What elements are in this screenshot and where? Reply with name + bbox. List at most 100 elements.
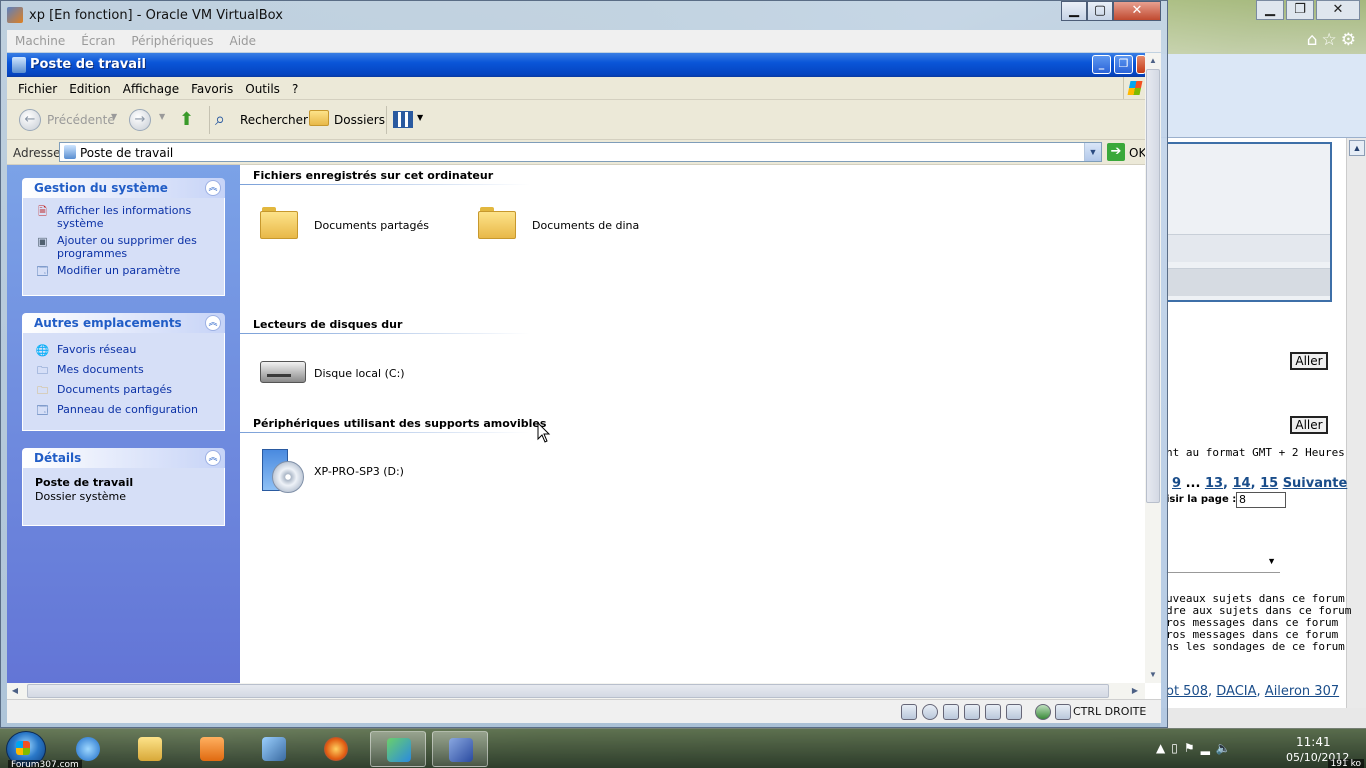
scroll-up-arrow-icon[interactable]: ▲ [1145,53,1161,69]
minimize-button[interactable]: ▁ [1256,0,1284,20]
menu-file[interactable]: Fichier [7,77,63,96]
page-link[interactable]: 9 [1172,476,1181,491]
chevron-up-icon[interactable]: ▲ [1156,741,1171,755]
taskbar-app[interactable] [246,731,302,767]
go-arrow-icon[interactable]: ➔ [1107,143,1125,161]
restore-button[interactable]: ❐ [1114,55,1133,74]
clock-time[interactable]: 11:41 [1296,735,1331,749]
item-user-documents[interactable]: Documents de dina [478,203,668,251]
collapse-chevron-icon[interactable]: ︽ [205,450,221,466]
action-center-flag-icon[interactable]: ⚑ [1184,741,1201,755]
explorer-menubar: Fichier Edition Affichage Favoris Outils? [7,77,1145,100]
item-cd-drive-d[interactable]: XP-PRO-SP3 (D:) [260,447,450,495]
scroll-thumb[interactable] [1146,69,1160,503]
taskbar-messenger[interactable] [370,731,426,767]
minimize-button[interactable]: ▁ [1061,1,1087,21]
folders-button[interactable]: Dossiers [307,100,385,140]
task-pane: Gestion du système ︽ 🗎 Afficher les infor… [7,165,240,683]
usb-status-icon[interactable] [943,704,959,720]
virtualbox-titlebar[interactable]: xp [En fonction] - Oracle VM VirtualBox … [1,1,1167,29]
close-button[interactable]: ✕ [1113,1,1161,21]
task-view-system-info[interactable]: 🗎 Afficher les informations système [23,204,224,230]
tag-link[interactable]: ot 508 [1166,684,1208,699]
menu-edit[interactable]: Edition [63,77,117,96]
details-header[interactable]: Détails ︽ [22,448,225,468]
scroll-right-arrow-icon[interactable]: ▶ [1127,683,1143,699]
minimize-button[interactable]: _ [1092,55,1111,74]
shared-folders-status-icon[interactable] [985,704,1001,720]
taskbar-virtualbox[interactable] [432,731,488,767]
hard-disk-status-icon[interactable] [901,704,917,720]
optical-drive-status-icon[interactable] [922,704,938,720]
jump-to-page-input[interactable]: 8 [1236,492,1286,508]
virtualization-status-icon[interactable] [1035,704,1051,720]
network-status-icon[interactable] [964,704,980,720]
display-status-icon[interactable] [1006,704,1022,720]
forward-button[interactable]: → ▼ [129,100,169,140]
item-local-disk-c[interactable]: Disque local (C:) [260,349,450,397]
horizontal-scrollbar[interactable]: ◀ ▶ [7,683,1145,699]
tag-link[interactable]: Aileron 307 [1265,684,1339,699]
go-label[interactable]: OK [1129,146,1146,160]
up-folder-button[interactable]: ⬆ [177,100,203,140]
favorites-star-icon[interactable]: ☆ [1322,30,1341,50]
volume-icon[interactable]: 🔈 [1216,741,1237,755]
go-button[interactable]: Aller [1290,416,1328,434]
back-button[interactable]: ← Précédente ▼ [17,100,117,140]
collapse-chevron-icon[interactable]: ︽ [205,180,221,196]
device-icon[interactable]: ▯ [1171,741,1184,755]
address-input[interactable]: Poste de travail ▼ [59,142,1102,162]
explorer-titlebar[interactable]: Poste de travail _ ❐ [7,53,1146,77]
my-computer-icon [64,145,76,159]
task-add-remove-programs[interactable]: ▣ Ajouter ou supprimer des programmes [23,234,224,260]
menu-help[interactable]: ? [286,77,304,96]
menu-devices[interactable]: Périphériques [123,30,221,48]
mouse-capture-icon[interactable] [1055,704,1071,720]
chevron-down-icon[interactable]: ▼ [111,112,117,121]
place-network[interactable]: 🌐 Favoris réseau [23,343,224,357]
forum-select[interactable]: ▼ [1166,556,1280,573]
scroll-thumb[interactable] [27,684,1109,698]
next-page-link[interactable]: Suivante [1283,476,1348,491]
menu-tools[interactable]: Outils [239,77,286,96]
place-shared-documents[interactable]: 🗀 Documents partagés [23,383,224,397]
system-tasks-header[interactable]: Gestion du système ︽ [22,178,225,198]
page-link[interactable]: 13 [1205,476,1223,491]
control-panel-icon: 🗔 [36,404,49,417]
vertical-scrollbar[interactable]: ▲ ▼ [1145,53,1161,683]
tag-link[interactable]: DACIA [1216,684,1256,699]
task-change-setting[interactable]: 🗔 Modifier un paramètre [23,264,224,278]
views-button[interactable]: ▼ [391,100,427,140]
maximize-button[interactable]: ▢ [1087,1,1113,21]
menu-machine[interactable]: Machine [7,30,73,48]
close-button[interactable]: ✕ [1316,0,1360,20]
search-button[interactable]: ⌕ Rechercher [213,100,308,140]
maximize-button[interactable]: ❐ [1286,0,1314,20]
collapse-chevron-icon[interactable]: ︽ [205,315,221,331]
network-signal-icon[interactable]: ▂ [1201,741,1216,755]
place-my-documents[interactable]: 🗀 Mes documents [23,363,224,377]
page-link[interactable]: 14 [1233,476,1251,491]
taskbar-explorer[interactable] [122,731,178,767]
menu-help[interactable]: Aide [222,30,265,48]
item-shared-documents[interactable]: Documents partagés [260,203,450,251]
place-control-panel[interactable]: 🗔 Panneau de configuration [23,403,224,417]
scroll-down-arrow-icon[interactable]: ▼ [1145,667,1161,683]
menu-view[interactable]: Affichage [117,77,185,96]
other-places-header[interactable]: Autres emplacements ︽ [22,313,225,333]
menu-screen[interactable]: Écran [73,30,123,48]
scroll-left-arrow-icon[interactable]: ◀ [7,683,23,699]
taskbar-media-player[interactable] [184,731,240,767]
chevron-down-icon[interactable]: ▼ [1084,143,1101,161]
taskbar-firefox[interactable] [308,731,364,767]
gear-icon[interactable]: ⚙ [1341,30,1360,50]
go-button[interactable]: Aller [1290,352,1328,370]
back-arrow-icon: ← [19,109,41,131]
forward-arrow-icon: → [129,109,151,131]
scroll-up-arrow-icon[interactable]: ▲ [1349,140,1365,156]
chevron-down-icon[interactable]: ▼ [159,112,165,121]
home-icon[interactable]: ⌂ [1307,30,1322,50]
menu-favorites[interactable]: Favoris [185,77,239,96]
search-icon: ⌕ [215,109,226,130]
page-link[interactable]: 15 [1260,476,1278,491]
